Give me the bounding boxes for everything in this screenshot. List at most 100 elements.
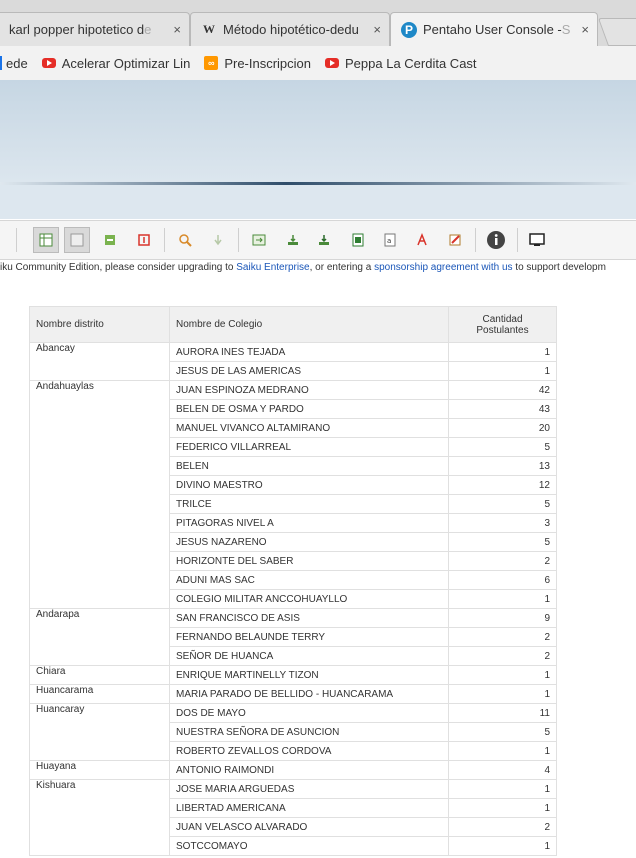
bookmark-acelerar[interactable]: Acelerar Optimizar Lin xyxy=(41,56,190,71)
refresh-icon[interactable] xyxy=(97,227,123,253)
saiku-toolbar: a xyxy=(0,220,636,260)
table-view-icon[interactable] xyxy=(33,227,59,253)
cell-count: 1 xyxy=(448,589,557,609)
cell-count: 1 xyxy=(448,342,557,362)
cell-district: Huayana xyxy=(29,760,170,780)
saiku-enterprise-link[interactable]: Saiku Enterprise xyxy=(236,262,309,273)
toolbar-separator xyxy=(164,228,165,252)
cell-school: DIVINO MAESTRO xyxy=(169,475,449,495)
cell-count: 43 xyxy=(448,399,557,419)
sponsorship-link[interactable]: sponsorship agreement with us xyxy=(374,262,512,273)
cell-count: 5 xyxy=(448,722,557,742)
cell-school: PITAGORAS NIVEL A xyxy=(169,513,449,533)
tab-pentaho-user-console[interactable]: P Pentaho User Console - S × xyxy=(390,12,598,46)
tab-title-fade: e xyxy=(144,22,152,37)
pentaho-header xyxy=(0,80,636,182)
cell-school: DOS DE MAYO xyxy=(169,703,449,723)
toolbar-separator xyxy=(475,228,476,252)
non-empty-icon[interactable] xyxy=(131,227,157,253)
info-icon[interactable] xyxy=(483,227,509,253)
swap-axis-icon[interactable] xyxy=(246,227,272,253)
table-header-row: Nombre distrito Nombre de Colegio Cantid… xyxy=(29,306,557,343)
cell-school: JESUS DE LAS AMERICAS xyxy=(169,361,449,381)
cell-count: 42 xyxy=(448,380,557,400)
table-row: Kishuara JOSE MARIA ARGUEDAS 1 xyxy=(29,779,557,856)
table-body: Abancay AURORA INES TEJADA 1 JESUS DE LAS A… xyxy=(29,342,557,856)
header-cantidad-postulantes[interactable]: Cantidad Postulantes xyxy=(448,306,557,343)
cell-school: LIBERTAD AMERICANA xyxy=(169,798,449,818)
header-nombre-colegio[interactable]: Nombre de Colegio xyxy=(169,306,449,343)
youtube-icon xyxy=(325,58,340,68)
cell-count: 12 xyxy=(448,475,557,495)
cell-school: JUAN ESPINOZA MEDRANO xyxy=(169,380,449,400)
tab-karl-popper[interactable]: karl popper hipotetico de × xyxy=(0,12,190,46)
cell-count: 4 xyxy=(448,760,557,780)
cell-count: 1 xyxy=(448,665,557,685)
zoom-icon[interactable] xyxy=(172,227,198,253)
pentaho-icon: P xyxy=(401,21,417,38)
cell-school: BELEN DE OSMA Y PARDO xyxy=(169,399,449,419)
cell-count: 2 xyxy=(448,817,557,837)
table-row: Abancay AURORA INES TEJADA 1 xyxy=(29,342,557,381)
cell-school: SEÑOR DE HUANCA xyxy=(169,646,449,666)
cell-school: FEDERICO VILLARREAL xyxy=(169,437,449,457)
close-tab-icon[interactable]: × xyxy=(581,22,589,37)
tab-title: Método hipotético-dedu xyxy=(223,22,359,37)
export-csv-icon[interactable]: a xyxy=(377,227,403,253)
bookmark-label: Pre-Inscripcion xyxy=(224,55,312,71)
chart-view-icon[interactable] xyxy=(64,227,90,253)
cell-school: FERNANDO BELAUNDE TERRY xyxy=(169,627,449,647)
cell-count: 2 xyxy=(448,627,557,647)
cell-count: 1 xyxy=(448,741,557,761)
export-pdf-icon[interactable] xyxy=(409,227,435,253)
cell-count: 11 xyxy=(448,703,557,723)
close-tab-icon[interactable]: × xyxy=(373,22,381,37)
cell-count: 9 xyxy=(448,608,557,628)
cell-school: JOSE MARIA ARGUEDAS xyxy=(169,779,449,799)
sort-asc-icon[interactable] xyxy=(280,227,306,253)
cell-district: Huancarama xyxy=(29,684,170,704)
cell-school: MARIA PARADO DE BELLIDO - HUANCARAMA xyxy=(169,684,449,704)
cell-school: NUESTRA SEÑORA DE ASUNCION xyxy=(169,722,449,742)
browser-tab-strip: karl popper hipotetico de × W Método hip… xyxy=(0,0,636,46)
cell-district: Huancaray xyxy=(29,703,170,761)
cell-school: AURORA INES TEJADA xyxy=(169,342,449,362)
notice-text: , or entering a xyxy=(309,262,375,273)
cell-count: 5 xyxy=(448,532,557,552)
fullscreen-icon[interactable] xyxy=(524,227,550,253)
sort-desc-icon[interactable] xyxy=(311,227,337,253)
cell-school: SOTCCOMAYO xyxy=(169,836,449,856)
close-tab-icon[interactable]: × xyxy=(173,22,181,37)
export-excel-icon[interactable] xyxy=(345,227,371,253)
table-row: Huancarama MARIA PARADO DE BELLIDO - HUAN… xyxy=(29,684,557,704)
wikipedia-icon: W xyxy=(203,22,215,36)
bookmark-preinscripcion[interactable]: ∞ Pre-Inscripcion xyxy=(204,56,311,71)
cell-count: 6 xyxy=(448,570,557,590)
results-table: Nombre distrito Nombre de Colegio Cantid… xyxy=(29,306,557,856)
toolbar-separator xyxy=(238,228,239,252)
cell-count: 1 xyxy=(448,361,557,381)
notice-text: to support developm xyxy=(512,262,606,273)
cell-count: 13 xyxy=(448,456,557,476)
bookmark-ede[interactable]: ede xyxy=(0,56,28,71)
edit-query-icon[interactable] xyxy=(442,227,468,253)
bookmark-peppa[interactable]: Peppa La Cerdita Cast xyxy=(325,56,477,71)
tab-title: Pentaho User Console - xyxy=(423,22,562,37)
cell-district: Kishuara xyxy=(29,779,170,856)
bookmark-favicon-icon xyxy=(0,56,2,70)
cell-school: COLEGIO MILITAR ANCCOHUAYLLO xyxy=(169,589,449,609)
cell-count: 1 xyxy=(448,836,557,856)
toolbar-separator xyxy=(517,228,518,252)
tab-metodo-hipotetico[interactable]: W Método hipotético-dedu × xyxy=(190,12,390,46)
cell-school: ENRIQUE MARTINELLY TIZON xyxy=(169,665,449,685)
community-edition-notice: iku Community Edition, please consider u… xyxy=(0,262,636,278)
header-nombre-distrito[interactable]: Nombre distrito xyxy=(29,306,170,343)
new-tab-button[interactable] xyxy=(597,18,636,46)
cell-school: ROBERTO ZEVALLOS CORDOVA xyxy=(169,741,449,761)
cell-count: 2 xyxy=(448,551,557,571)
cell-count: 2 xyxy=(448,646,557,666)
youtube-icon xyxy=(41,58,56,68)
cell-school: JESUS NAZARENO xyxy=(169,532,449,552)
drill-down-icon[interactable] xyxy=(205,227,231,253)
table-row: Huayana ANTONIO RAIMONDI 4 xyxy=(29,760,557,780)
